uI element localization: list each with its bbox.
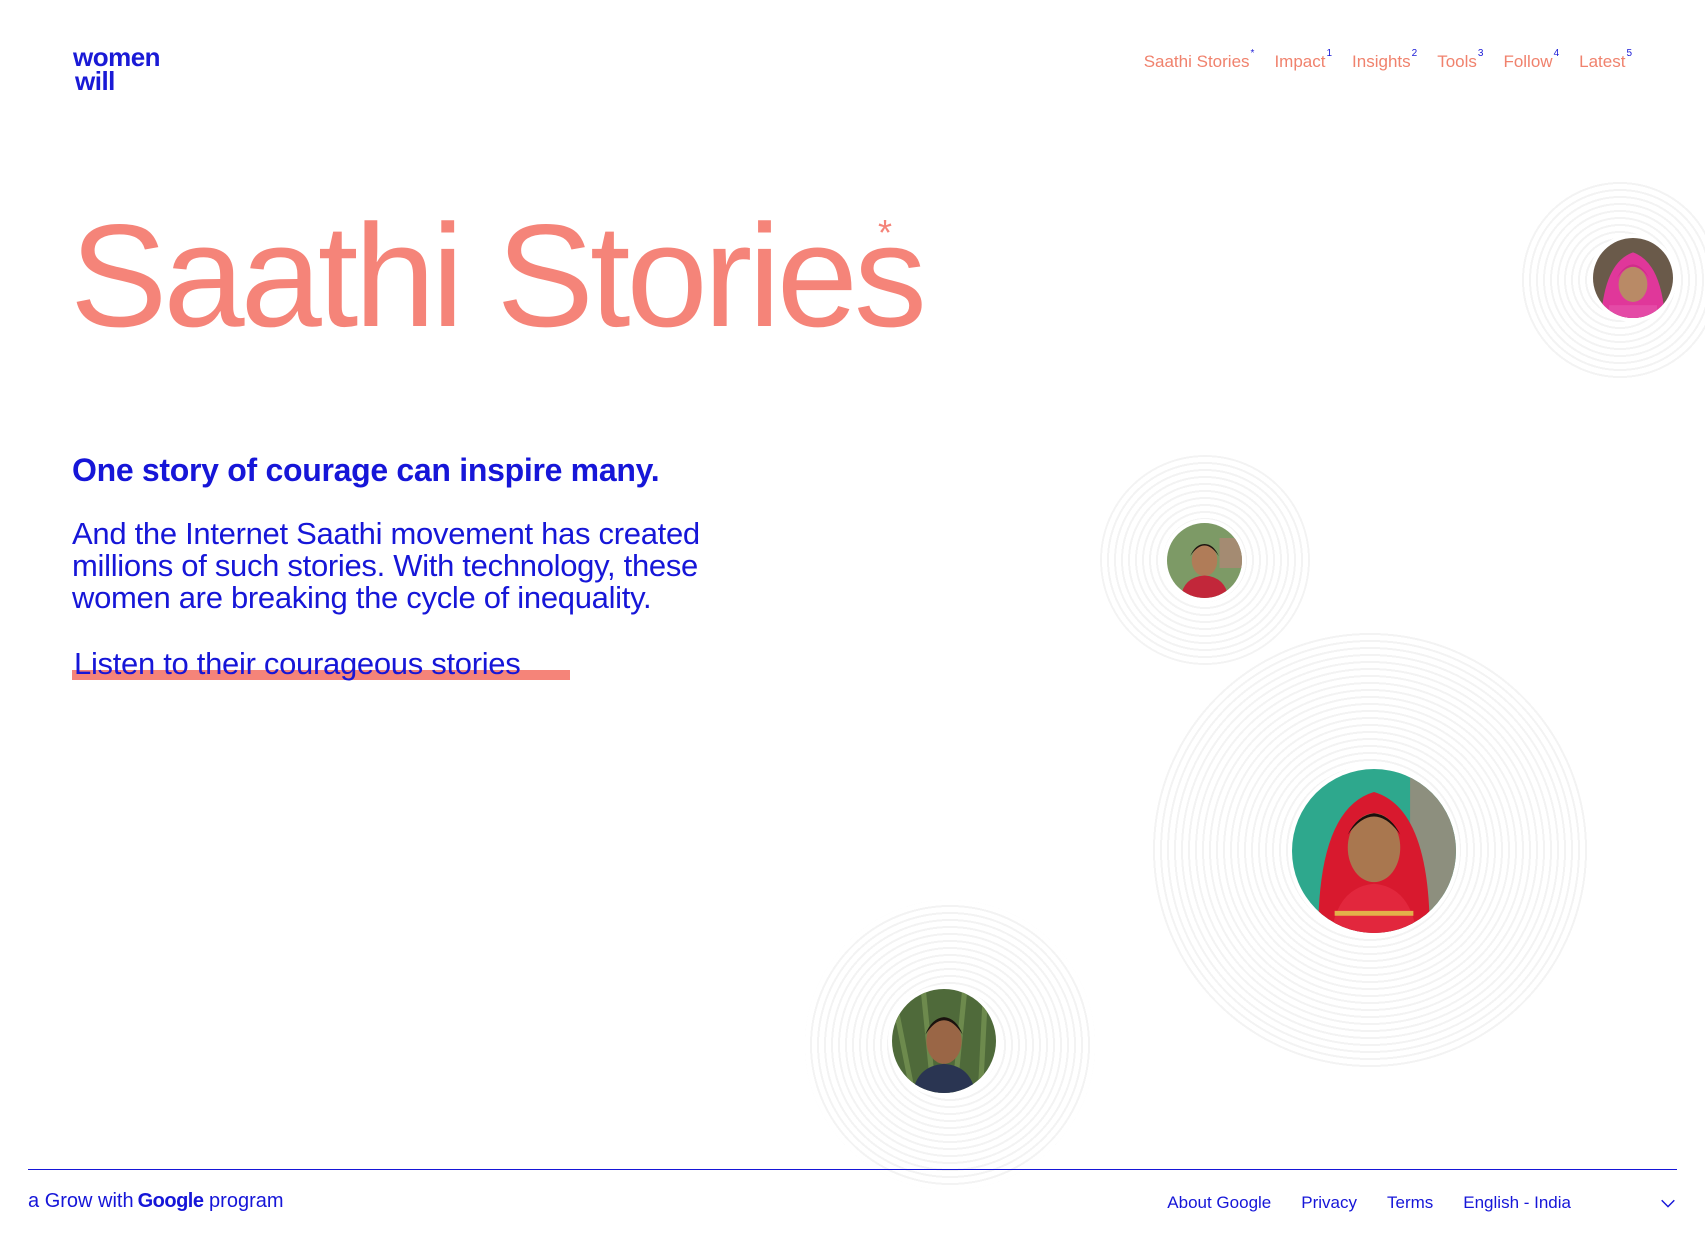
language-selector[interactable]: English - India: [1463, 1193, 1571, 1213]
listen-stories-link[interactable]: Listen to their courageous stories: [74, 646, 521, 682]
main-nav: Saathi Stories* Impact1 Insights2 Tools3…: [1143, 48, 1632, 72]
nav-tools[interactable]: Tools3: [1437, 48, 1483, 72]
nav-sup: 1: [1326, 48, 1333, 60]
logo-line-will: will: [73, 66, 119, 96]
nav-label: Insights: [1352, 52, 1411, 71]
footer-divider: [28, 1169, 1677, 1170]
privacy-link[interactable]: Privacy: [1301, 1193, 1357, 1213]
chevron-down-icon[interactable]: [1659, 1194, 1677, 1212]
nav-label: Follow: [1503, 52, 1553, 71]
woman-red-saree-icon: [1288, 765, 1460, 937]
about-google-link[interactable]: About Google: [1167, 1193, 1271, 1213]
nav-sup: 2: [1411, 48, 1418, 60]
nav-sup: *: [1250, 48, 1255, 60]
page: women will Saathi Stories* Impact1 Insig…: [0, 0, 1705, 1258]
footer-links: About Google Privacy Terms English - Ind…: [1167, 1193, 1571, 1213]
title-asterisk: *: [878, 212, 893, 253]
nav-insights[interactable]: Insights2: [1352, 48, 1417, 72]
woman-outdoor-icon: [1163, 519, 1246, 602]
nav-sup: 3: [1477, 48, 1484, 60]
nav-label: Saathi Stories: [1143, 52, 1250, 71]
brand-grow: Grow with: [44, 1190, 134, 1212]
brand-suffix: program: [209, 1190, 284, 1212]
nav-label: Impact: [1274, 52, 1326, 71]
nav-label: Latest: [1579, 52, 1626, 71]
brand-google: Google: [137, 1190, 204, 1212]
women-will-logo[interactable]: women will: [70, 44, 165, 96]
brand-prefix: a: [28, 1190, 40, 1212]
woman-field-icon: [888, 985, 1000, 1097]
nav-saathi-stories[interactable]: Saathi Stories*: [1143, 48, 1255, 72]
nav-impact[interactable]: Impact1: [1274, 48, 1332, 72]
nav-label: Tools: [1437, 52, 1477, 71]
terms-link[interactable]: Terms: [1387, 1193, 1433, 1213]
body-text: And the Internet Saathi movement has cre…: [72, 516, 700, 615]
nav-latest[interactable]: Latest5: [1579, 48, 1632, 72]
nav-sup: 4: [1553, 48, 1560, 60]
nav-follow[interactable]: Follow4: [1503, 48, 1559, 72]
nav-sup: 5: [1626, 48, 1632, 60]
woman-pink-headscarf-icon: [1589, 234, 1677, 322]
lead-text: One story of courage can inspire many.: [72, 452, 660, 488]
grow-with-google-brand[interactable]: a Grow with Google program: [28, 1190, 284, 1213]
page-title: Saathi Stories: [70, 194, 927, 357]
